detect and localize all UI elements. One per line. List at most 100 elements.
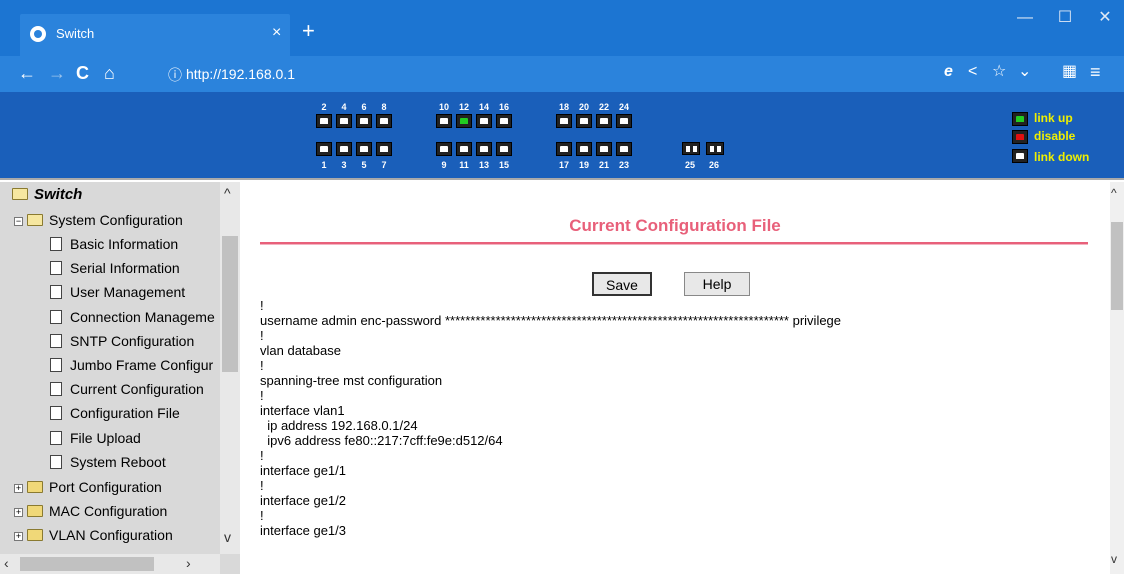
port-1[interactable] [316, 142, 332, 156]
port-20[interactable] [576, 114, 592, 128]
expand-icon[interactable]: + [14, 508, 23, 518]
port-12[interactable] [456, 114, 472, 128]
port-2[interactable] [316, 114, 332, 128]
content-frame: Current Configuration File Save Help ! u… [240, 182, 1110, 574]
new-tab-button[interactable]: + [302, 20, 315, 42]
sidebar-item-label: Current Configuration [70, 381, 204, 398]
scroll-up-arrow-icon[interactable]: ^ [224, 186, 231, 200]
port-number-label: 5 [361, 160, 367, 170]
sidebar-item[interactable]: Connection Manageme [50, 309, 215, 325]
port-13[interactable] [476, 142, 492, 156]
close-window-button[interactable]: ✕ [1090, 6, 1120, 30]
document-icon [50, 406, 62, 421]
port-number-label: 3 [341, 160, 347, 170]
port-19[interactable] [576, 142, 592, 156]
sidebar-item-label: Jumbo Frame Configur [70, 357, 214, 373]
port-15[interactable] [496, 142, 512, 156]
document-icon [50, 237, 62, 251]
port-number-label: 7 [381, 160, 387, 170]
url-field[interactable]: ⓘ http://192.168.0.1 [158, 61, 1078, 87]
sidebar-item[interactable]: Current Configuration [50, 381, 204, 397]
port-7[interactable] [376, 142, 392, 156]
globe-icon [30, 26, 46, 42]
home-icon[interactable]: ⌂ [104, 62, 115, 84]
link-up-legend-icon [1012, 112, 1028, 126]
sidebar-group[interactable]: + VLAN Configuration [14, 527, 173, 543]
reload-icon[interactable]: C [76, 62, 89, 84]
port-23[interactable] [616, 142, 632, 156]
url-text[interactable]: http://192.168.0.1 [186, 66, 295, 82]
scrollbar-thumb[interactable] [1111, 222, 1123, 310]
sidebar-item[interactable]: SNTP Configuration [50, 333, 194, 349]
port-14[interactable] [476, 114, 492, 128]
browser-tab[interactable]: Switch × [20, 14, 290, 56]
sidebar-item[interactable]: User Management [50, 284, 185, 300]
folder-open-icon [12, 188, 28, 200]
expand-icon[interactable]: + [14, 532, 23, 542]
port-17[interactable] [556, 142, 572, 156]
sidebar-item[interactable]: System Reboot [50, 454, 166, 470]
chevron-down-icon[interactable]: ⌄ [1018, 62, 1031, 82]
port-25[interactable] [682, 142, 700, 155]
sidebar-group[interactable]: + Port Configuration [14, 479, 162, 495]
tree-root[interactable]: Switch [12, 186, 82, 203]
port-16[interactable] [496, 114, 512, 128]
port-10[interactable] [436, 114, 452, 128]
expand-icon[interactable]: + [14, 484, 23, 493]
sidebar-item[interactable]: Jumbo Frame Configur [50, 357, 213, 373]
port-8[interactable] [376, 114, 392, 128]
port-number-label: 15 [498, 160, 509, 170]
sidebar-group[interactable]: + MAC Configuration [14, 503, 167, 519]
ie-mode-icon[interactable]: e [944, 62, 953, 82]
sidebar-item[interactable]: Configuration File [50, 405, 180, 421]
port-number-label: 25 [684, 160, 695, 170]
port-number-label: 9 [441, 160, 447, 170]
scroll-right-arrow-icon[interactable]: › [186, 556, 191, 570]
port-number-label: 4 [341, 102, 347, 112]
share-icon[interactable]: < [968, 62, 977, 82]
forward-arrow-icon[interactable]: → [48, 62, 66, 84]
save-button[interactable]: Save [592, 272, 652, 296]
content-vertical-scrollbar[interactable]: ^ v [1110, 182, 1124, 574]
scroll-down-arrow-icon[interactable]: v [224, 530, 231, 544]
document-icon [50, 382, 62, 397]
minimize-button[interactable]: — [1010, 6, 1040, 30]
port-5[interactable] [356, 142, 372, 156]
scrollbar-thumb[interactable] [20, 557, 154, 571]
sidebar-item[interactable]: Basic Information [50, 236, 178, 252]
menu-icon[interactable]: ≡ [1090, 62, 1101, 82]
star-icon[interactable]: ☆ [992, 62, 1006, 82]
tree-system-configuration[interactable]: − System Configuration [14, 212, 183, 228]
info-icon[interactable]: ⓘ [168, 65, 182, 85]
sidebar-item-label: System Reboot [70, 453, 166, 470]
sidebar-horizontal-scrollbar[interactable]: ‹ › [0, 554, 220, 574]
close-tab-icon[interactable]: × [272, 24, 281, 42]
document-icon [50, 358, 62, 372]
sidebar-item-label: Connection Manageme [70, 308, 215, 325]
scroll-left-arrow-icon[interactable]: ‹ [4, 556, 9, 570]
sidebar-item[interactable]: File Upload [50, 430, 141, 446]
port-24[interactable] [616, 114, 632, 128]
port-21[interactable] [596, 142, 612, 156]
port-18[interactable] [556, 114, 572, 128]
port-6[interactable] [356, 114, 372, 128]
sidebar-item[interactable]: Serial Information [50, 260, 180, 276]
maximize-button[interactable]: ☐ [1050, 6, 1080, 30]
help-button[interactable]: Help [684, 272, 750, 296]
port-9[interactable] [436, 142, 452, 156]
scroll-down-arrow-icon[interactable]: v [1111, 552, 1117, 566]
collapse-icon[interactable]: − [14, 217, 23, 226]
port-26[interactable] [706, 142, 724, 155]
port-3[interactable] [336, 142, 352, 156]
port-22[interactable] [596, 114, 612, 128]
scrollbar-thumb[interactable] [222, 236, 238, 372]
apps-grid-icon[interactable]: ▦ [1062, 62, 1077, 82]
scroll-up-arrow-icon[interactable]: ^ [1111, 186, 1117, 200]
port-4[interactable] [336, 114, 352, 128]
sidebar-group-label: Port Configuration [49, 479, 162, 495]
title-divider [260, 242, 1088, 245]
sidebar-vertical-scrollbar[interactable]: ^ v [220, 182, 240, 554]
port-11[interactable] [456, 142, 472, 156]
sidebar-item-label: Basic Information [70, 236, 179, 252]
back-arrow-icon[interactable]: ← [18, 62, 36, 84]
